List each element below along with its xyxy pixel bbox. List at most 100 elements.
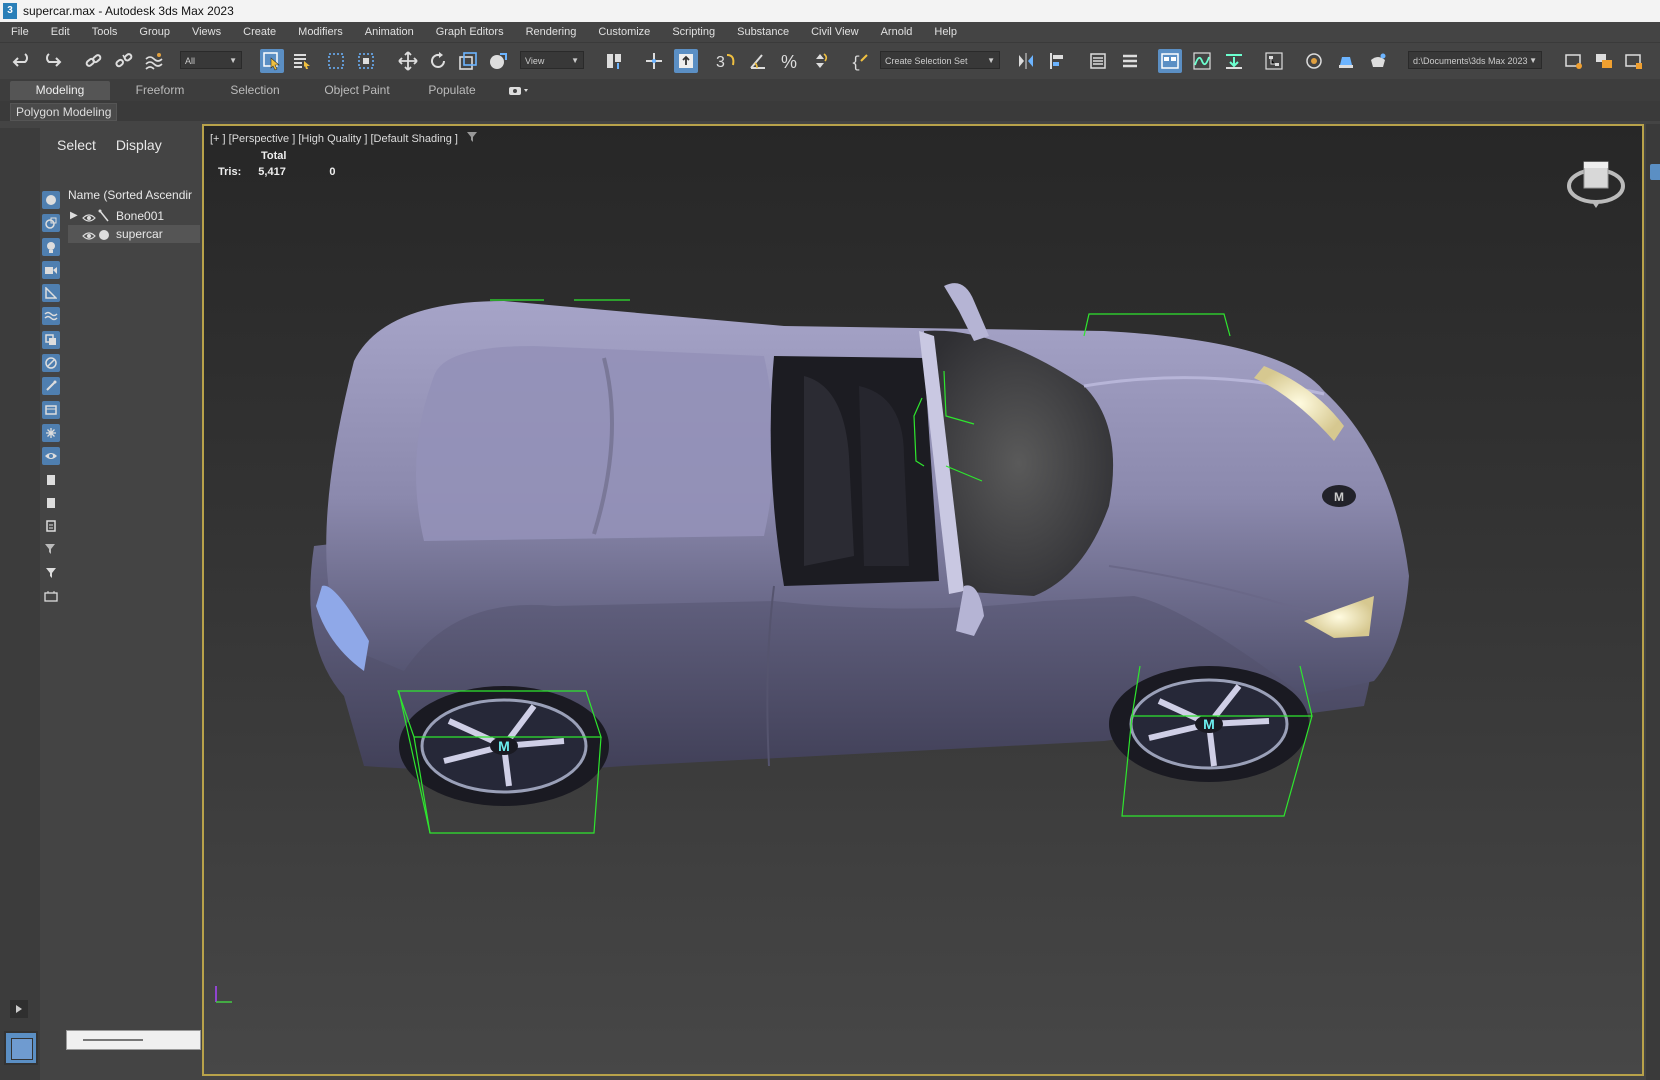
use-pivot-center-icon[interactable] bbox=[602, 49, 626, 73]
scene-layers-icon[interactable] bbox=[1118, 49, 1142, 73]
tree-item-supercar[interactable]: supercar bbox=[68, 225, 200, 243]
align-icon[interactable] bbox=[1046, 49, 1070, 73]
render-icon[interactable] bbox=[1366, 49, 1390, 73]
place-icon[interactable] bbox=[486, 49, 510, 73]
groups-filter-icon[interactable] bbox=[42, 330, 60, 349]
menu-customize[interactable]: Customize bbox=[587, 26, 661, 38]
menu-scripting[interactable]: Scripting bbox=[661, 26, 726, 38]
ribbon-panel: Polygon Modeling bbox=[0, 101, 1660, 121]
hidden-filter-icon[interactable] bbox=[42, 447, 60, 466]
visibility-eye-icon[interactable] bbox=[82, 228, 96, 246]
tab-object-paint[interactable]: Object Paint bbox=[297, 81, 417, 100]
helpers-filter-icon[interactable] bbox=[42, 284, 60, 303]
rotate-icon[interactable] bbox=[426, 49, 450, 73]
rear-wheel-badge: M bbox=[498, 738, 510, 754]
geometry-filter-icon[interactable] bbox=[42, 191, 60, 209]
bones-filter-icon[interactable] bbox=[42, 377, 60, 396]
ribbon-tabs: Modeling Freeform Selection Object Paint… bbox=[0, 79, 1660, 101]
percent-snap-icon[interactable]: % bbox=[778, 49, 802, 73]
material-editor-icon[interactable] bbox=[1302, 49, 1326, 73]
asset-tracking-icon[interactable] bbox=[1592, 49, 1616, 73]
tree-item-label: supercar bbox=[116, 227, 163, 241]
geometry-icon bbox=[98, 228, 110, 246]
expand-panel-icon[interactable] bbox=[10, 1000, 28, 1018]
window-crossing-icon[interactable] bbox=[354, 49, 378, 73]
move-icon[interactable] bbox=[396, 49, 420, 73]
polygon-modeling-panel-button[interactable]: Polygon Modeling bbox=[10, 103, 118, 121]
menu-group[interactable]: Group bbox=[128, 26, 181, 38]
undo-icon[interactable] bbox=[10, 49, 34, 73]
spinner-snap-icon[interactable] bbox=[808, 49, 832, 73]
space-warps-filter-icon[interactable] bbox=[42, 307, 60, 326]
menu-arnold[interactable]: Arnold bbox=[870, 26, 924, 38]
toggle-ribbon-icon[interactable] bbox=[1158, 49, 1182, 73]
filter-options-icon[interactable] bbox=[42, 540, 60, 558]
create-selection-set-dropdown[interactable]: Create Selection Set ▼ bbox=[880, 51, 1000, 69]
command-panel-tab-icon[interactable] bbox=[1650, 164, 1660, 180]
select-object-icon[interactable] bbox=[260, 49, 284, 73]
tab-populate[interactable]: Populate bbox=[402, 81, 502, 100]
keyboard-shortcut-override-icon[interactable] bbox=[674, 49, 698, 73]
containers-filter-icon[interactable] bbox=[42, 400, 60, 419]
menu-tools[interactable]: Tools bbox=[81, 26, 129, 38]
tab-display[interactable]: Display bbox=[116, 137, 162, 153]
filter-icon[interactable] bbox=[42, 564, 60, 582]
schematic-view-icon[interactable] bbox=[1262, 49, 1286, 73]
supercar-model[interactable]: M M M bbox=[204, 126, 1644, 1076]
frozen-filter-icon[interactable] bbox=[42, 423, 60, 442]
redo-icon[interactable] bbox=[40, 49, 64, 73]
shapes-filter-icon[interactable] bbox=[42, 214, 60, 233]
rect-selection-icon[interactable] bbox=[324, 49, 348, 73]
dope-sheet-icon[interactable] bbox=[1222, 49, 1246, 73]
display-none-icon[interactable] bbox=[42, 494, 60, 512]
project-folder-icon[interactable] bbox=[1562, 49, 1586, 73]
selection-set-icon[interactable] bbox=[42, 587, 60, 605]
tab-selection[interactable]: Selection bbox=[205, 81, 305, 100]
tab-modeling[interactable]: Modeling bbox=[10, 81, 110, 100]
reference-coordinate-dropdown[interactable]: View ▼ bbox=[520, 51, 584, 69]
tab-freeform[interactable]: Freeform bbox=[110, 81, 210, 100]
badge-logo: M bbox=[1334, 490, 1344, 504]
mirror-icon[interactable] bbox=[1014, 49, 1038, 73]
menu-modifiers[interactable]: Modifiers bbox=[287, 26, 354, 38]
open-file-icon[interactable] bbox=[1622, 49, 1646, 73]
scale-icon[interactable] bbox=[456, 49, 480, 73]
invert-display-icon[interactable] bbox=[42, 517, 60, 535]
layer-input-field[interactable] bbox=[66, 1030, 201, 1050]
layer-explorer-icon[interactable] bbox=[1086, 49, 1110, 73]
menu-edit[interactable]: Edit bbox=[40, 26, 81, 38]
menu-file[interactable]: File bbox=[0, 26, 40, 38]
expand-arrow-icon[interactable]: ▶ bbox=[70, 207, 78, 225]
project-folder-dropdown[interactable]: d:\Documents\3ds Max 2023 ▼ bbox=[1408, 51, 1542, 69]
menu-create[interactable]: Create bbox=[232, 26, 287, 38]
menu-substance[interactable]: Substance bbox=[726, 26, 800, 38]
unlink-icon[interactable] bbox=[112, 49, 136, 73]
viewport-layout-icon[interactable] bbox=[4, 1031, 38, 1065]
tab-select[interactable]: Select bbox=[57, 137, 96, 153]
tree-item-bone001[interactable]: ▶ Bone001 bbox=[68, 207, 200, 225]
curve-editor-icon[interactable] bbox=[1190, 49, 1214, 73]
render-setup-icon[interactable] bbox=[1334, 49, 1358, 73]
snap-3d-icon[interactable]: 3 bbox=[714, 49, 738, 73]
lights-filter-icon[interactable] bbox=[42, 237, 60, 256]
cameras-filter-icon[interactable] bbox=[42, 260, 60, 279]
link-icon[interactable] bbox=[82, 49, 106, 73]
perspective-viewport[interactable]: [+ ] [Perspective ] [High Quality ] [Def… bbox=[202, 124, 1644, 1076]
ribbon-options-icon[interactable] bbox=[508, 84, 530, 96]
bind-space-warp-icon[interactable] bbox=[142, 49, 166, 73]
display-all-icon[interactable] bbox=[42, 471, 60, 489]
menu-graph-editors[interactable]: Graph Editors bbox=[425, 26, 515, 38]
select-manipulate-icon[interactable] bbox=[642, 49, 666, 73]
menu-help[interactable]: Help bbox=[923, 26, 968, 38]
select-by-name-icon[interactable] bbox=[290, 49, 314, 73]
menu-rendering[interactable]: Rendering bbox=[515, 26, 588, 38]
menu-animation[interactable]: Animation bbox=[354, 26, 425, 38]
angle-snap-icon[interactable] bbox=[746, 49, 770, 73]
menu-views[interactable]: Views bbox=[181, 26, 232, 38]
object-xrefs-filter-icon[interactable] bbox=[42, 354, 60, 373]
named-selection-icon[interactable]: { bbox=[848, 49, 872, 73]
name-column-header[interactable]: Name (Sorted Ascendir bbox=[68, 187, 200, 204]
selection-filter-dropdown[interactable]: All ▼ bbox=[180, 51, 242, 69]
title-bar: 3 supercar.max - Autodesk 3ds Max 2023 bbox=[0, 0, 1660, 22]
menu-civil-view[interactable]: Civil View bbox=[800, 26, 869, 38]
